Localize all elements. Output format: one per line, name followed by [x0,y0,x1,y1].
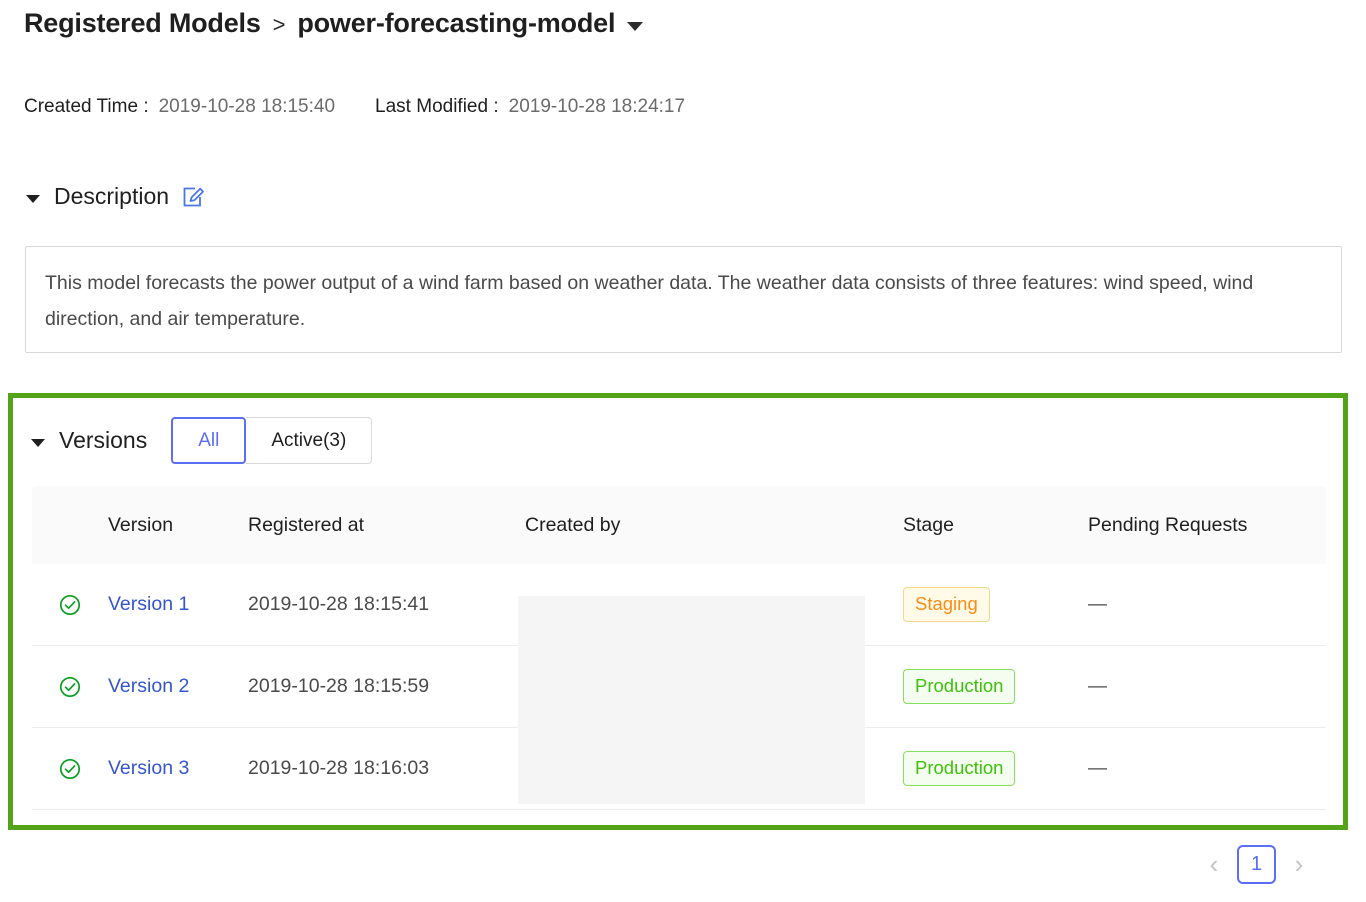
versions-title: Versions [59,427,147,454]
table-row[interactable]: Version 3 2019-10-28 18:16:03 Production… [32,728,1326,810]
last-modified-label: Last Modified : [375,96,499,118]
col-header-registered-at: Registered at [248,514,525,537]
pending-requests-value: — [1088,758,1326,780]
registered-at-value: 2019-10-28 18:16:03 [248,757,525,780]
col-header-created-by: Created by [525,514,903,537]
col-header-version: Version [108,514,248,537]
col-header-pending-requests: Pending Requests [1088,514,1326,537]
description-text: This model forecasts the power output of… [45,265,1322,337]
tab-all[interactable]: All [171,417,246,464]
table-row[interactable]: Version 1 2019-10-28 18:15:41 Staging — [32,564,1326,646]
stage-badge[interactable]: Production [903,669,1088,703]
check-circle-icon [32,757,108,781]
pending-requests-value: — [1088,594,1326,616]
tab-active[interactable]: Active(3) [246,417,372,464]
description-section-header: Description [26,183,205,210]
description-box: This model forecasts the power output of… [25,246,1342,353]
versions-filter-tabs: All Active(3) [171,417,372,464]
table-header-row: Version Registered at Created by Stage P… [32,486,1326,564]
table-row[interactable]: Version 2 2019-10-28 18:15:59 Production… [32,646,1326,728]
check-circle-icon [32,593,108,617]
pagination: ‹ 1 › [1205,845,1308,884]
pending-requests-value: — [1088,676,1326,698]
stage-badge[interactable]: Production [903,751,1088,785]
registered-at-value: 2019-10-28 18:15:59 [248,675,525,698]
chevron-down-icon[interactable] [627,22,643,31]
registered-at-value: 2019-10-28 18:15:41 [248,593,525,616]
versions-panel: Versions All Active(3) Version Registere… [8,393,1348,830]
version-link[interactable]: Version 1 [108,593,248,616]
model-detail-page: Registered Models > power-forecasting-mo… [0,0,1366,902]
version-link[interactable]: Version 3 [108,757,248,780]
model-metadata: Created Time : 2019-10-28 18:15:40 Last … [24,96,685,118]
chevron-left-icon[interactable]: ‹ [1205,850,1223,880]
last-modified-value: 2019-10-28 18:24:17 [509,96,685,118]
breadcrumb-separator-icon: > [273,12,286,38]
check-circle-icon [32,675,108,699]
page-number-1[interactable]: 1 [1237,845,1276,884]
collapse-triangle-icon[interactable] [31,439,45,447]
edit-pencil-icon[interactable] [181,185,205,209]
versions-section-header: Versions All Active(3) [31,417,372,464]
created-time-value: 2019-10-28 18:15:40 [159,96,335,118]
created-time-label: Created Time : [24,96,149,118]
breadcrumb: Registered Models > power-forecasting-mo… [24,8,643,39]
stage-badge[interactable]: Staging [903,587,1088,621]
col-header-stage: Stage [903,514,1088,537]
description-title: Description [54,183,169,210]
collapse-triangle-icon[interactable] [26,195,40,203]
version-link[interactable]: Version 2 [108,675,248,698]
versions-table: Version Registered at Created by Stage P… [32,486,1326,810]
breadcrumb-registered-models[interactable]: Registered Models [24,8,261,39]
breadcrumb-model-name: power-forecasting-model [297,8,615,39]
chevron-right-icon[interactable]: › [1290,850,1308,880]
